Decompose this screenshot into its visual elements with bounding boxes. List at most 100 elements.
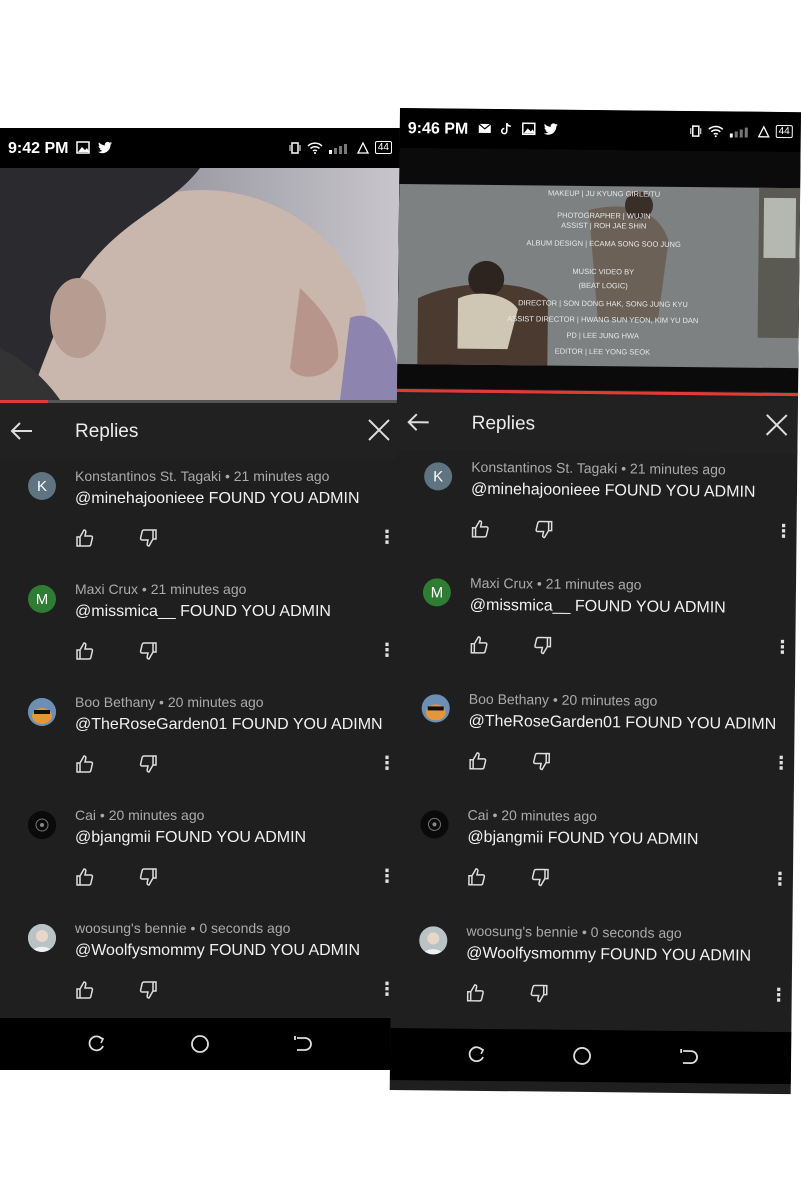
credit-line: PD | LEE JUNG HWA: [566, 331, 639, 341]
comment-meta[interactable]: Cai • 20 minutes ago: [75, 807, 204, 823]
comment-meta[interactable]: Maxi Crux • 21 minutes ago: [75, 581, 246, 597]
nav-back-icon[interactable]: [678, 1047, 698, 1067]
comment-text: @TheRoseGarden01 FOUND YOU ADIMN: [75, 716, 383, 733]
alert-icon: [757, 125, 770, 138]
status-time: 9:46 PM: [407, 120, 469, 138]
thumbs-up-icon[interactable]: [470, 519, 490, 539]
right-screenshot: 9:46 PM 44 MAKEUP | JU KYUNG GIRLE/TU PH…: [389, 108, 801, 1095]
credit-line: ALBUM DESIGN | ECAMA SONG SOO JUNG: [526, 238, 681, 249]
comment-meta[interactable]: Boo Bethany • 20 minutes ago: [75, 694, 264, 710]
thumbs-down-icon[interactable]: [531, 751, 551, 771]
avatar[interactable]: [420, 810, 449, 839]
close-icon[interactable]: [366, 417, 392, 443]
system-icons: 44: [289, 141, 392, 154]
more-vertical-icon[interactable]: ⋮: [771, 868, 789, 890]
comment-item: woosung's bennie • 0 seconds ago @Woolfy…: [390, 922, 792, 1042]
system-nav-bar: [389, 1027, 792, 1085]
avatar-image: [420, 810, 449, 839]
comment-text: @minehajoonieee FOUND YOU ADMIN: [470, 480, 756, 501]
comment-meta[interactable]: Cai • 20 minutes ago: [468, 807, 598, 824]
credit-line: EDITOR | LEE YONG SEOK: [555, 347, 651, 357]
thumbs-up-icon[interactable]: [75, 528, 95, 548]
avatar[interactable]: M: [28, 585, 56, 613]
more-vertical-icon[interactable]: ⋮: [770, 984, 788, 1006]
thumbs-down-icon[interactable]: [532, 635, 552, 655]
more-vertical-icon[interactable]: ⋮: [773, 636, 791, 658]
replies-header: Replies: [396, 393, 798, 455]
comment-text: @missmica__ FOUND YOU ADMIN: [75, 603, 331, 620]
thumbs-down-icon[interactable]: [138, 867, 158, 887]
thumbs-up-icon[interactable]: [467, 867, 487, 887]
thumbs-up-icon[interactable]: [75, 641, 95, 661]
credit-line: ASSIST | ROH JAE SHIN: [561, 221, 646, 231]
avatar[interactable]: [421, 694, 450, 723]
status-bar: 9:42 PM 44: [0, 128, 400, 168]
video-player[interactable]: MAKEUP | JU KYUNG GIRLE/TU PHOTOGRAPHER …: [397, 147, 801, 393]
comment-item: M Maxi Crux • 21 minutes ago @missmica__…: [394, 574, 796, 694]
comment-item: M Maxi Crux • 21 minutes ago @missmica__…: [0, 581, 400, 694]
thumbs-down-icon[interactable]: [529, 983, 549, 1003]
comment-meta[interactable]: Maxi Crux • 21 minutes ago: [470, 575, 642, 593]
comment-text: @Woolfysmommy FOUND YOU ADMIN: [466, 944, 752, 965]
comment-meta[interactable]: woosung's bennie • 0 seconds ago: [75, 920, 290, 936]
avatar-image: [28, 698, 56, 726]
nav-back-icon[interactable]: [292, 1034, 312, 1054]
comment-meta[interactable]: woosung's bennie • 0 seconds ago: [466, 923, 682, 941]
thumbs-up-icon[interactable]: [75, 980, 95, 1000]
notification-icons: [76, 141, 112, 154]
comment-list: K Konstantinos St. Tagaki • 21 minutes a…: [0, 468, 400, 1033]
avatar[interactable]: [28, 811, 56, 839]
tiktok-icon: [500, 122, 511, 135]
thumbs-up-icon[interactable]: [75, 867, 95, 887]
home-icon[interactable]: [572, 1046, 592, 1066]
avatar[interactable]: [28, 698, 56, 726]
close-icon[interactable]: [764, 412, 790, 438]
thumbs-up-icon[interactable]: [75, 754, 95, 774]
thumbs-up-icon[interactable]: [468, 751, 488, 771]
thumbs-up-icon[interactable]: [469, 635, 489, 655]
thumbs-down-icon[interactable]: [138, 641, 158, 661]
back-arrow-icon[interactable]: [405, 408, 433, 436]
thumbs-down-icon[interactable]: [533, 519, 553, 539]
more-vertical-icon[interactable]: ⋮: [378, 526, 396, 548]
recents-icon[interactable]: [86, 1034, 106, 1054]
status-time: 9:42 PM: [8, 140, 69, 157]
more-vertical-icon[interactable]: ⋮: [772, 752, 790, 774]
left-screenshot: 9:42 PM 44 Replies K Konstantinos St. Ta…: [0, 128, 400, 1070]
more-vertical-icon[interactable]: ⋮: [378, 639, 396, 661]
comment-text: @minehajoonieee FOUND YOU ADMIN: [75, 490, 360, 507]
thumbs-down-icon[interactable]: [138, 528, 158, 548]
avatar[interactable]: [28, 924, 56, 952]
system-icons: 44: [690, 124, 793, 139]
thumbs-down-icon[interactable]: [138, 754, 158, 774]
comment-text: @Woolfysmommy FOUND YOU ADMIN: [75, 942, 361, 959]
thumbs-up-icon[interactable]: [466, 983, 486, 1003]
avatar[interactable]: [419, 926, 448, 955]
video-frame: MAKEUP | JU KYUNG GIRLE/TU PHOTOGRAPHER …: [397, 147, 801, 393]
vibrate-icon: [289, 141, 301, 154]
comment-meta[interactable]: Konstantinos St. Tagaki • 21 minutes ago: [75, 468, 329, 484]
comment-item: Boo Bethany • 20 minutes ago @TheRoseGar…: [393, 690, 795, 810]
home-icon[interactable]: [190, 1034, 210, 1054]
signal-icon: [328, 143, 347, 154]
avatar[interactable]: K: [28, 472, 56, 500]
battery-level: 44: [775, 124, 793, 139]
gallery-icon: [521, 122, 536, 136]
back-arrow-icon[interactable]: [8, 417, 36, 445]
vibrate-icon: [690, 124, 702, 137]
comment-meta[interactable]: Boo Bethany • 20 minutes ago: [469, 691, 658, 709]
thumbs-down-icon[interactable]: [530, 867, 550, 887]
recents-icon[interactable]: [466, 1045, 486, 1065]
replies-header: Replies: [0, 403, 400, 459]
avatar-image: [28, 924, 56, 952]
more-vertical-icon[interactable]: ⋮: [774, 520, 792, 542]
video-player[interactable]: [0, 168, 400, 400]
header-title: Replies: [471, 412, 536, 435]
credit-line: DIRECTOR | SON DONG HAK, SONG JUNG KYU: [518, 298, 688, 309]
more-vertical-icon[interactable]: ⋮: [378, 752, 396, 774]
avatar[interactable]: K: [423, 462, 453, 491]
avatar[interactable]: M: [422, 578, 452, 607]
comment-meta[interactable]: Konstantinos St. Tagaki • 21 minutes ago: [471, 459, 726, 478]
thumbs-down-icon[interactable]: [138, 980, 158, 1000]
comment-text: @missmica__ FOUND YOU ADMIN: [469, 596, 726, 617]
